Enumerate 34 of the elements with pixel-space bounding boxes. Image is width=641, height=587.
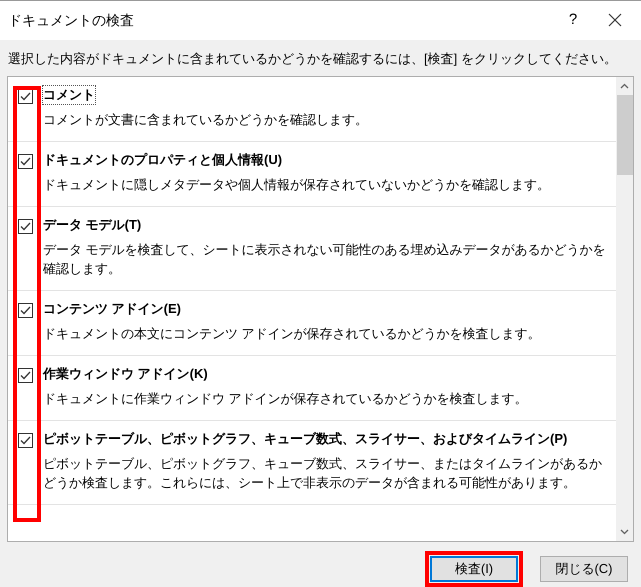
checkmark-icon xyxy=(20,222,31,232)
option-description: ドキュメントの本文にコンテンツ アドインが保存されているかどうかを検査します。 xyxy=(43,325,541,344)
option-label: 作業ウィンドウ アドイン(K) xyxy=(43,365,208,384)
checkmark-icon xyxy=(20,92,31,102)
dialog-button[interactable]: 閉じる(C) xyxy=(540,556,628,582)
option-label: コメント xyxy=(43,86,95,104)
checkbox[interactable] xyxy=(18,368,33,384)
checkbox[interactable] xyxy=(18,154,33,170)
option-description: ドキュメントに隠しメタデータや個人情報が保存されていないかどうかを確認します。 xyxy=(43,176,550,194)
checkbox[interactable] xyxy=(18,219,33,234)
close-icon xyxy=(608,13,622,28)
option-description: データ モデルを検査して、シートに表示されない可能性のある埋め込みデータがあるかどうかを確認します。 xyxy=(43,241,607,278)
option-label: コンテンツ アドイン(E) xyxy=(43,300,181,318)
checkbox[interactable] xyxy=(18,433,33,448)
scrollbar[interactable] xyxy=(616,77,633,541)
option-description: コメントが文書に含まれているかどうかを確認します。 xyxy=(43,111,368,130)
checkmark-icon xyxy=(20,436,31,446)
window-title: ドキュメントの検査 xyxy=(8,10,135,30)
instruction-text: 選択した内容がドキュメントに含まれているかどうかを確認するには、[検査] をクリックしてください。 xyxy=(8,50,618,68)
option-description: ピボットテーブル、ピボットグラフ、キューブ数式、スライサー、またはタイムラインがあるかどうか検査します。これらには、シート上で非表示のデータが含まれる可能性があります。 xyxy=(43,455,603,492)
option-label: ピボットテーブル、ピボットグラフ、キューブ数式、スライサー、およびタイムライン(P) xyxy=(43,430,568,448)
help-button[interactable]: ? xyxy=(553,9,593,32)
checkbox[interactable] xyxy=(18,89,33,104)
option-label: ドキュメントのプロパティと個人情報(U) xyxy=(43,151,282,170)
checkmark-icon xyxy=(20,306,31,316)
dialog-button[interactable]: 検査(I) xyxy=(430,556,518,582)
scroll-up-icon[interactable] xyxy=(620,83,629,90)
scroll-down-icon[interactable] xyxy=(620,529,629,535)
option-label: データ モデル(T) xyxy=(43,216,142,234)
scrollbar-thumb[interactable] xyxy=(616,95,632,176)
checkmark-icon xyxy=(20,157,31,166)
option-description: ドキュメントに作業ウィンドウ アドインが保存されているかどうかを検査します。 xyxy=(43,390,528,408)
checkmark-icon xyxy=(20,371,31,380)
checkbox[interactable] xyxy=(18,303,33,318)
